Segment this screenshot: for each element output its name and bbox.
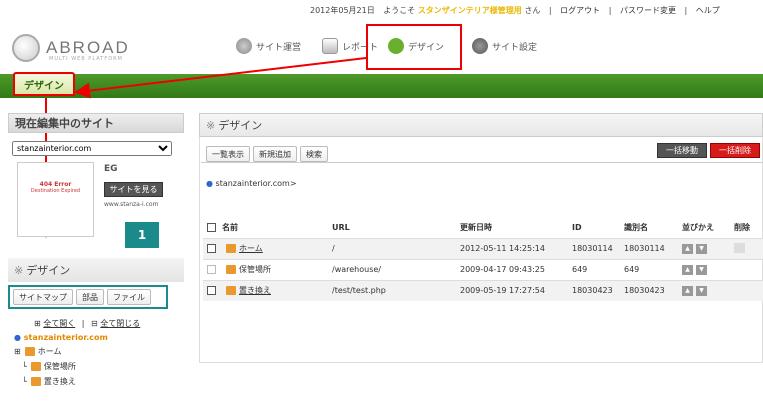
page-icon	[226, 265, 236, 274]
row-checkbox[interactable]	[207, 286, 216, 296]
cell-updated: 2009-04-17 09:43:25	[460, 258, 572, 280]
bulk-delete-button[interactable]: 一括削除	[710, 143, 760, 158]
collapse-all-link[interactable]: ⊟ 全て閉じる	[91, 319, 140, 328]
bulk-move-button[interactable]: 一括移動	[657, 143, 707, 158]
page-name: 保管場所	[239, 265, 271, 274]
page-icon	[30, 377, 41, 386]
thumb-line1: 404 Error	[39, 181, 72, 188]
col-identifier: 識別名	[624, 222, 648, 232]
separator: |	[81, 319, 85, 328]
tree-item[interactable]: └ 保管場所	[14, 361, 108, 372]
page-icon	[226, 286, 236, 296]
current-site-header: 現在編集中のサイト	[8, 113, 184, 133]
main-title: デザイン	[218, 119, 263, 132]
tab-parts[interactable]: 部品	[76, 289, 104, 305]
cell-id: 649	[572, 258, 624, 280]
table-row: ホーム / 2012-05-11 14:25:14 18030114 18030…	[203, 237, 763, 259]
col-updated: 更新日時	[460, 222, 492, 232]
table-row: 保管場所 /warehouse/ 2009-04-17 09:43:25 649…	[203, 258, 763, 280]
page-icon	[30, 362, 41, 371]
select-all-checkbox[interactable]	[207, 222, 216, 232]
cell-url: /	[332, 237, 460, 259]
col-id: ID	[572, 222, 582, 232]
tab-files[interactable]: ファイル	[107, 289, 151, 305]
move-up-icon[interactable]: ▲	[682, 244, 693, 254]
site-code: EG	[104, 164, 118, 174]
col-sort: 並びかえ	[682, 222, 714, 232]
row-checkbox[interactable]	[207, 265, 216, 274]
cell-id: 18030423	[572, 279, 624, 301]
main-header: ※ デザイン	[199, 113, 763, 137]
tree-root[interactable]: ● stanzainterior.com	[14, 333, 108, 342]
row-checkbox[interactable]	[207, 244, 216, 253]
site-tree: ● stanzainterior.com ⊞ ホーム └ 保管場所 └ 置き換え	[14, 333, 108, 387]
site-select[interactable]: stanzainterior.com	[12, 141, 172, 156]
cell-updated: 2012-05-11 14:25:14	[460, 237, 572, 259]
cell-identifier: 649	[624, 258, 682, 280]
cell-url: /warehouse/	[332, 258, 460, 280]
view-site-button[interactable]: サイトを見る	[104, 182, 163, 197]
site-thumbnail: 404 Error Destination Expired	[17, 162, 94, 237]
cell-identifier: 18030423	[624, 279, 682, 301]
tab-list-view[interactable]: 一覧表示	[206, 146, 250, 162]
tree-item[interactable]: └ 置き換え	[14, 376, 108, 387]
thumb-line2: Destination Expired	[30, 188, 81, 194]
expand-all-link[interactable]: ⊞ 全て開く	[34, 319, 75, 328]
move-down-icon[interactable]: ▼	[696, 265, 707, 275]
design-panel-header: ※ デザイン	[8, 258, 184, 282]
cell-updated: 2009-05-19 17:27:54	[460, 279, 572, 301]
tab-sitemap[interactable]: サイトマップ	[13, 289, 73, 305]
page-link[interactable]: 置き換え	[239, 286, 271, 295]
delete-icon[interactable]	[734, 242, 745, 253]
col-name: 名前	[222, 222, 238, 232]
table-header: 名前 URL 更新日時 ID 識別名 並びかえ 削除	[203, 217, 763, 238]
cell-identifier: 18030114	[624, 237, 682, 259]
page-link[interactable]: ホーム	[239, 244, 263, 253]
design-star-icon: ※	[14, 263, 24, 277]
tree-item[interactable]: ⊞ ホーム	[14, 346, 108, 357]
design-panel-title: デザイン	[26, 264, 71, 277]
col-url: URL	[332, 222, 350, 232]
site-url: www.stanza-i.com	[104, 201, 159, 208]
tab-search[interactable]: 検索	[300, 146, 328, 162]
breadcrumb: ● stanzainterior.com>	[206, 179, 297, 188]
main-tabs: 一覧表示 新規追加 検索	[206, 146, 331, 162]
move-up-icon[interactable]: ▲	[682, 286, 693, 297]
cell-id: 18030114	[572, 237, 624, 259]
pages-table: 名前 URL 更新日時 ID 識別名 並びかえ 削除 ホーム / 2012-05…	[203, 217, 763, 301]
move-up-icon[interactable]: ▲	[682, 265, 693, 275]
globe-icon: ●	[206, 179, 213, 188]
globe-icon: ●	[14, 333, 21, 342]
col-delete: 削除	[734, 222, 750, 232]
move-down-icon[interactable]: ▼	[696, 244, 707, 254]
page-icon	[226, 244, 236, 253]
step-badge: 1	[125, 222, 159, 248]
table-row: 置き換え /test/test.php 2009-05-19 17:27:54 …	[203, 279, 763, 301]
expand-collapse: ⊞ 全て開く | ⊟ 全て閉じる	[34, 318, 140, 329]
divider	[201, 162, 763, 163]
design-star-icon: ※	[206, 118, 216, 132]
left-tabs-box: サイトマップ 部品 ファイル	[8, 285, 168, 309]
page-icon	[24, 347, 35, 356]
cell-url: /test/test.php	[332, 279, 460, 301]
move-down-icon[interactable]: ▼	[696, 286, 707, 297]
tab-add-new[interactable]: 新規追加	[253, 146, 297, 162]
